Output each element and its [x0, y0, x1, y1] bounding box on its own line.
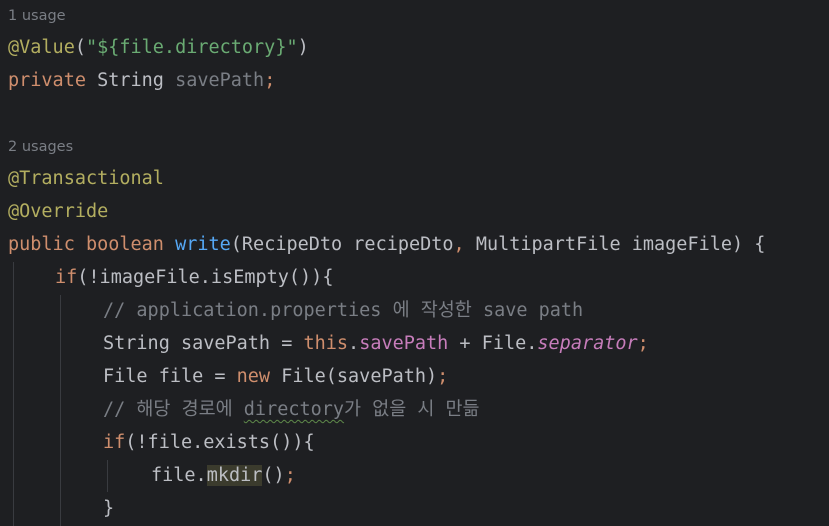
declaration-token: File file =	[103, 366, 237, 387]
code-line[interactable]: @Override	[8, 196, 108, 228]
code-editor[interactable]: 1 usage @Value("${file.directory}") priv…	[0, 0, 829, 526]
semicolon-token: ;	[284, 465, 296, 486]
indent-guide	[107, 460, 108, 492]
string-literal: "${file.directory}"	[85, 37, 298, 58]
keyword-token: private	[8, 70, 86, 91]
usage-hint[interactable]: 1 usage	[8, 4, 66, 28]
static-field-token: separator	[537, 333, 638, 354]
object-token: file.	[151, 465, 207, 486]
type-token: String	[85, 70, 176, 91]
keyword-token: boolean	[74, 234, 176, 255]
usage-hint-label[interactable]: 1 usage	[8, 8, 66, 24]
keyword-token: public	[8, 234, 75, 255]
call-token: ()	[262, 465, 285, 486]
usage-hint[interactable]: 2 usages	[8, 135, 73, 159]
code-line[interactable]: }	[103, 493, 114, 525]
field-token: savePath	[175, 70, 265, 91]
semicolon-token: ;	[437, 366, 449, 387]
keyword-token: if	[55, 267, 78, 288]
comma-token: ,	[453, 234, 465, 255]
annotation-token: @Value	[8, 37, 75, 58]
params-token: (RecipeDto recipeDto	[230, 234, 454, 255]
comment-token: // 해당 경로에	[103, 399, 244, 420]
annotation-token: @Override	[8, 201, 109, 222]
highlighted-method-token[interactable]: mkdir	[206, 465, 263, 486]
code-line[interactable]: // application.properties 에 작성한 save pat…	[103, 295, 583, 327]
code-line[interactable]: if(!file.exists()){	[103, 427, 315, 459]
code-line[interactable]: @Value("${file.directory}")	[8, 32, 309, 64]
paren-token: (	[74, 37, 86, 58]
usage-hint-label[interactable]: 2 usages	[8, 139, 73, 155]
code-line[interactable]: if(!imageFile.isEmpty()){	[55, 262, 333, 294]
code-line[interactable]: File file = new File(savePath);	[103, 361, 448, 393]
keyword-token: new	[236, 366, 271, 387]
field-token: savePath	[359, 333, 449, 354]
params-token: MultipartFile imageFile) {	[464, 234, 766, 255]
comment-token: 가 없을 시 만듦	[344, 399, 480, 420]
indent-guide	[13, 262, 14, 526]
semicolon-token: ;	[264, 70, 276, 91]
condition-token: (!imageFile.isEmpty()){	[77, 267, 334, 288]
constructor-token: File(savePath)	[270, 366, 438, 387]
operator-token: + File.	[448, 333, 538, 354]
keyword-token: this	[303, 333, 349, 354]
keyword-token: if	[103, 432, 126, 453]
code-line[interactable]: file.mkdir();	[151, 460, 296, 492]
semicolon-token: ;	[637, 333, 649, 354]
spellcheck-word[interactable]: directory	[244, 399, 344, 420]
comment-token: // application.properties 에 작성한 save pat…	[103, 300, 584, 321]
method-name-token: write	[175, 234, 231, 255]
code-line[interactable]: private String savePath;	[8, 65, 275, 97]
code-line[interactable]: @Transactional	[8, 163, 164, 195]
code-line[interactable]: public boolean write(RecipeDto recipeDto…	[8, 229, 765, 261]
code-line[interactable]: String savePath = this.savePath + File.s…	[103, 328, 649, 360]
condition-token: (!file.exists()){	[125, 432, 315, 453]
indent-guide	[60, 295, 61, 526]
paren-token: )	[297, 37, 309, 58]
annotation-token: @Transactional	[8, 168, 164, 189]
declaration-token: String savePath =	[103, 333, 304, 354]
code-line[interactable]: // 해당 경로에 directory가 없을 시 만듦	[103, 394, 480, 426]
dot-token: .	[348, 333, 360, 354]
brace-token: }	[103, 498, 115, 519]
